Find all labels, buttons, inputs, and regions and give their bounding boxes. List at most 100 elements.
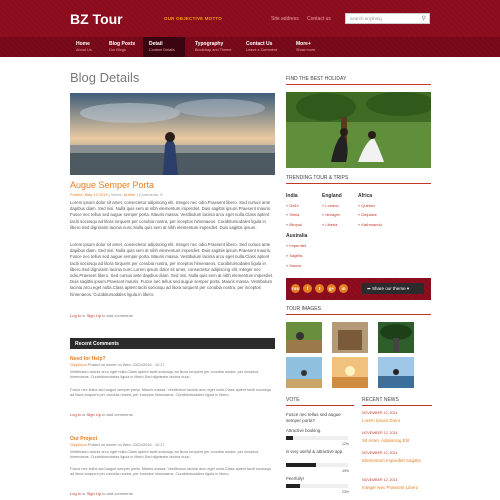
vote-progress-bar — [286, 436, 348, 440]
tour-image-thumb[interactable] — [378, 357, 414, 388]
page-title: Blog Details — [70, 70, 140, 85]
trending-link[interactable]: Bhopal — [286, 222, 301, 227]
trending-link[interactable]: Ishrager — [322, 212, 340, 217]
twitter-icon[interactable]: t — [315, 284, 324, 293]
comment-author[interactable]: Glyphicon — [70, 363, 87, 367]
google-plus-icon[interactable]: g+ — [327, 284, 336, 293]
trending-link[interactable]: Liberia — [322, 222, 337, 227]
post-meta: Posted: May 12 2019 | Wrote: Author | Co… — [70, 192, 163, 197]
holiday-section-title: FIND THE BEST HOLIDAY — [286, 76, 431, 85]
vote-option[interactable]: Peerfully! — [286, 476, 304, 481]
main-nav: Home About Us Blog Posts Our Blogs Detai… — [0, 37, 500, 57]
nav-item-subtitle: Leave a Comment — [246, 48, 278, 52]
nav-item-typography[interactable]: Typography Bootstrap and Theme — [189, 37, 237, 57]
add-comments-text: to add comments — [102, 313, 133, 318]
trending-link[interactable]: Delplace — [358, 212, 377, 217]
post-paragraph: Lorem ipsum dolor sit amet, consectetur … — [70, 242, 274, 297]
linkedin-icon[interactable]: in — [339, 284, 348, 293]
trending-column-heading: India — [286, 193, 298, 199]
comment-author[interactable]: Glyphicon — [70, 443, 87, 447]
nav-item-subtitle: About Us — [76, 48, 92, 52]
nav-item-title: Detail — [149, 41, 163, 47]
site-address-link[interactable]: Site address — [271, 16, 299, 22]
nav-item-blog-posts[interactable]: Blog Posts Our Blogs — [103, 37, 141, 57]
trending-link[interactable]: Delhi — [286, 203, 298, 208]
site-logo[interactable]: BZ Tour — [70, 11, 123, 27]
vote-progress-bar — [286, 484, 348, 488]
recent-news-title: RECENT NEWS — [362, 397, 432, 406]
tour-image-thumb[interactable] — [332, 357, 368, 388]
news-date: NOVEMBER 12, 2014 — [362, 411, 398, 415]
nav-item-subtitle: Bootstrap and Theme — [195, 48, 232, 52]
trending-link[interactable]: London — [322, 203, 338, 208]
news-title[interactable]: Elementum Imperdiet Sagittis — [362, 458, 432, 464]
nav-item-more[interactable]: More+ Show more — [290, 37, 321, 57]
vote-progress-fill — [286, 463, 317, 467]
tour-image-thumb[interactable] — [332, 322, 368, 353]
vote-option[interactable]: Attractive booking. — [286, 428, 321, 433]
trending-link[interactable]: Mauris — [286, 263, 301, 268]
tour-image-thumb[interactable] — [286, 322, 322, 353]
post-paragraph: Lorem ipsum dolor sit amet, consectetur … — [70, 200, 272, 230]
login-link[interactable]: Log in — [70, 313, 81, 318]
contact-us-link[interactable]: Contact us — [307, 16, 331, 22]
nav-item-title: Blog Posts — [109, 41, 136, 47]
news-title[interactable]: Integer Nec Praesent Libero — [362, 485, 432, 491]
holiday-image — [286, 92, 431, 168]
trending-link[interactable]: Sagittis — [286, 253, 302, 258]
site-motto: OUR OBJECTIVE MOTTO — [164, 16, 222, 21]
comment-title[interactable]: Need for Help? — [70, 356, 106, 362]
news-date: NOVEMBER 12, 2014 — [362, 478, 398, 482]
recent-comments-header: Recent Comments — [70, 338, 275, 349]
signup-link[interactable]: Sign Up — [87, 491, 101, 496]
vote-progress-fill — [286, 484, 301, 488]
vote-percent: 23% — [342, 490, 350, 494]
trending-link[interactable]: Quebec — [358, 203, 375, 208]
nav-item-detail[interactable]: Detail Content Details — [143, 37, 185, 57]
login-prompt: Log in or Sign Up to add comments — [70, 491, 133, 496]
post-author[interactable]: Author — [124, 192, 136, 197]
nav-item-title: More+ — [296, 41, 311, 47]
nav-item-subtitle: Our Blogs — [109, 48, 126, 52]
trending-link[interactable]: Simla — [286, 212, 299, 217]
or-text: or — [82, 412, 86, 417]
share-theme-label: Share our theme — [372, 286, 406, 291]
facebook-icon[interactable]: f — [303, 284, 312, 293]
post-title[interactable]: Augue Semper Porta — [70, 180, 154, 190]
news-date: NOVEMBER 12, 2014 — [362, 451, 398, 455]
comment-byline: Glyphicon Posted on owner on Wed, 03/21/… — [70, 443, 165, 447]
vote-title: VOTE — [286, 397, 354, 406]
rss-icon[interactable]: rss — [291, 284, 300, 293]
vote-option[interactable]: is very useful & attractive app. — [286, 449, 354, 455]
signup-link[interactable]: Sign Up — [87, 313, 101, 318]
login-link[interactable]: Log in — [70, 412, 81, 417]
tour-image-thumb[interactable] — [286, 357, 322, 388]
trending-column-heading: England — [322, 193, 342, 199]
search-input[interactable]: search anything ⚲ — [345, 13, 430, 24]
news-title[interactable]: Sit Amet, Adipiscing Elit — [362, 438, 432, 444]
comment-title[interactable]: Our Project — [70, 436, 97, 442]
nav-item-subtitle: Content Details — [149, 48, 175, 52]
news-title[interactable]: Lorem Ipsum Dolor — [362, 418, 432, 424]
nav-item-title: Typography — [195, 41, 224, 47]
post-comments-count: Comments: 5 — [138, 192, 163, 197]
nav-item-title: Home — [76, 41, 90, 47]
signup-link[interactable]: Sign Up — [87, 412, 101, 417]
news-date: NOVEMBER 12, 2014 — [362, 431, 398, 435]
trending-link[interactable]: Kathmandu — [358, 222, 381, 227]
login-prompt: Log in or Sign Up to add comments — [70, 412, 133, 417]
or-text: or — [82, 491, 86, 496]
tour-image-thumb[interactable] — [378, 322, 414, 353]
add-comments-text: to add comments — [102, 491, 133, 496]
add-comments-text: to add comments — [102, 412, 133, 417]
search-icon[interactable]: ⚲ — [422, 15, 426, 22]
nav-item-contact-us[interactable]: Contact Us Leave a Comment — [240, 37, 283, 57]
login-prompt: Log in or Sign Up to add comments — [70, 313, 133, 318]
comment-body: Vestibulum lacinia arcu eget nulla.Class… — [70, 450, 259, 459]
login-link[interactable]: Log in — [70, 491, 81, 496]
nav-item-title: Contact Us — [246, 41, 273, 47]
trending-link[interactable]: Imperdiet — [286, 243, 306, 248]
share-bar: rss f t g+ in ➦ Share our theme ▾ — [286, 278, 431, 300]
share-theme-button[interactable]: ➦ Share our theme ▾ — [362, 283, 424, 294]
nav-item-home[interactable]: Home About Us — [70, 37, 98, 57]
